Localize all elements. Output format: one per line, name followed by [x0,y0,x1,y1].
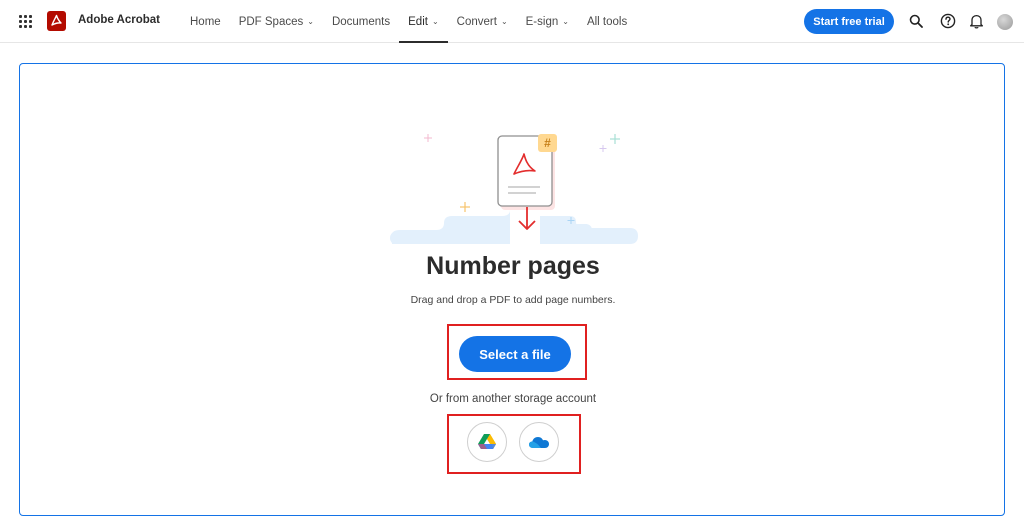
select-file-button[interactable]: Select a file [459,336,571,372]
google-drive-button[interactable] [467,422,507,462]
nav-edit[interactable]: Edit ⌄ [399,0,448,43]
file-drop-zone[interactable]: # Number pages Drag and drop a PDF to ad… [19,63,1005,516]
number-pages-illustration: # [390,124,640,246]
chevron-down-icon: ⌄ [562,17,569,26]
number-badge: # [544,136,551,150]
bell-icon[interactable] [967,12,985,30]
brand-name[interactable]: Adobe Acrobat [78,14,160,26]
nav-edit-label: Edit [408,15,428,28]
nav-documents-label: Documents [331,15,391,28]
onedrive-button[interactable] [519,422,559,462]
acrobat-logo-icon[interactable] [47,11,66,31]
select-file-highlight: Select a file [447,324,587,380]
page-subtitle: Drag and drop a PDF to add page numbers. [410,294,616,306]
apps-grid-icon[interactable] [19,15,33,29]
avatar[interactable] [997,14,1013,30]
nav-documents[interactable]: Documents [323,0,399,43]
start-free-trial-button[interactable]: Start free trial [804,9,894,34]
storage-account-text: Or from another storage account [429,393,597,405]
chevron-down-icon: ⌄ [307,17,314,26]
main-nav: Home PDF Spaces ⌄ Documents Edit ⌄ Convert… [181,0,636,43]
search-icon[interactable] [907,12,925,30]
chevron-down-icon: ⌄ [500,17,508,26]
storage-options-highlight [447,414,581,474]
top-navigation-bar: Adobe Acrobat Home PDF Spaces ⌄ Documents… [0,0,1024,43]
sparkle-icon [424,134,432,142]
nav-pdf-spaces-label: PDF Spaces [238,15,304,28]
nav-convert[interactable]: Convert ⌄ [448,0,517,43]
nav-home[interactable]: Home [181,0,230,43]
nav-convert-label: Convert [456,15,497,28]
nav-all-tools-label: All tools [586,15,628,28]
nav-pdf-spaces[interactable]: PDF Spaces ⌄ [230,0,323,43]
nav-e-sign[interactable]: E-sign ⌄ [517,0,578,43]
chevron-down-icon: ⌄ [431,17,439,26]
page-title: Number pages [426,252,600,280]
google-drive-icon [478,434,496,449]
nav-home-label: Home [190,15,221,28]
onedrive-icon [529,437,549,448]
nav-e-sign-label: E-sign [525,15,559,28]
help-icon[interactable] [939,12,957,30]
nav-all-tools[interactable]: All tools [578,0,636,43]
